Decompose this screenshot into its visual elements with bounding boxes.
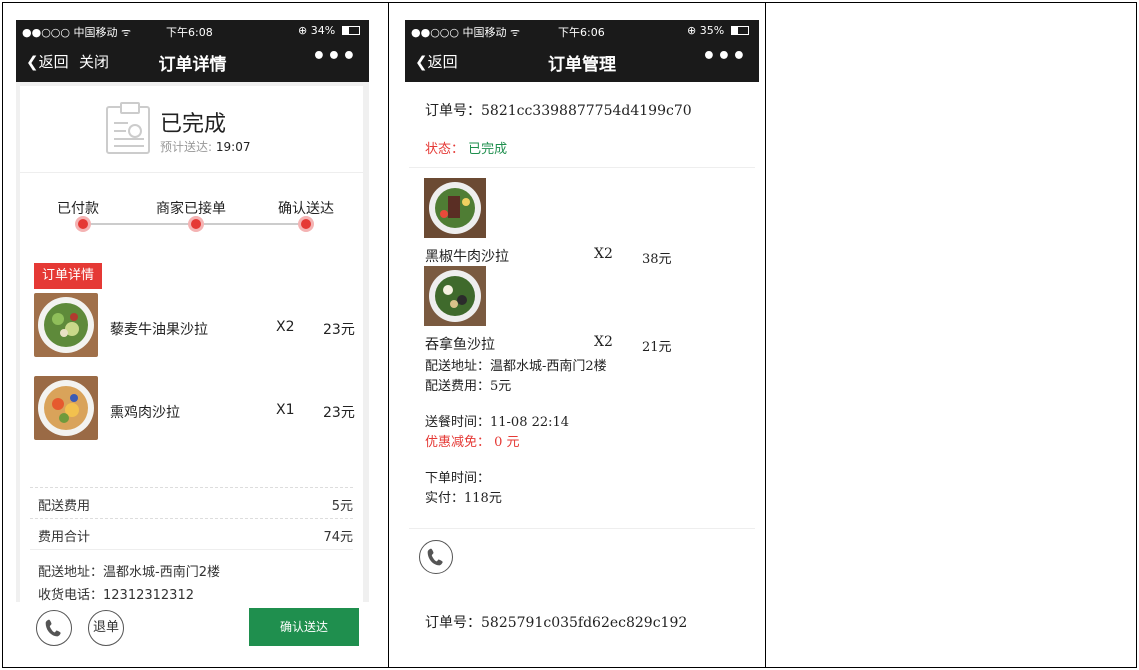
step-dot (298, 216, 314, 232)
item-qty: X2 (276, 319, 295, 335)
item-qty: X2 (594, 246, 613, 262)
total-label: 费用合计 (38, 530, 91, 545)
clock: 下午6:06 (558, 26, 605, 39)
status-bar: ●●○○○ 中国移动 ᯤ 下午6:06 ⊕ 35% (405, 20, 759, 40)
delivery-address: 配送地址：温都水城-西南门2楼 (38, 565, 220, 580)
order-detail-screen: ●●○○○ 中国移动 ᯤ 下午6:08 ⊕ 34% ❮返回 关闭 订单详情 ••… (16, 20, 369, 664)
item-qty: X1 (276, 402, 295, 418)
delivery-time: 送餐时间：11-08 22:14 (425, 415, 570, 430)
battery-icon (342, 26, 360, 35)
detail-tag: 订单详情 (34, 263, 103, 289)
order-number: 订单号：5825791c035fd62ec829c192 (425, 615, 688, 631)
order-status-title: 已完成 (160, 112, 227, 137)
phone-icon[interactable] (419, 540, 453, 574)
step-paid: 已付款 (57, 201, 99, 217)
item-name: 熏鸡肉沙拉 (110, 405, 180, 421)
food-image (34, 376, 98, 440)
item-price: 21元 (642, 340, 672, 355)
status-label: 状态： (425, 142, 465, 157)
item-price: 23元 (323, 405, 355, 421)
table-divider (765, 2, 766, 668)
table-divider (388, 2, 389, 668)
clock: 下午6:08 (166, 26, 213, 39)
step-dot (188, 216, 204, 232)
order-status: 状态： 已完成 (425, 138, 507, 157)
delivery-address: 配送地址：温都水城-西南门2楼 (425, 359, 607, 374)
order-status-card: 已完成 预计送达: 19:07 已付款 商家已接单 确认送达 (20, 86, 363, 268)
action-bar: 退单 确认送达 (16, 602, 369, 664)
carrier-label: ●●○○○ 中国移动 ᯤ (411, 26, 521, 39)
delivery-fee: 配送费用：5元 (425, 379, 512, 394)
nav-bar: ❮返回 订单管理 ••• (405, 40, 759, 82)
clipboard-icon (106, 102, 150, 154)
fee-value: 5元 (331, 499, 353, 514)
item-name: 黑椒牛肉沙拉 (425, 249, 509, 265)
order-detail-card: 订单详情 藜麦牛油果沙拉 X2 23元 熏鸡肉沙拉 X1 23元 配送费用 5元… (20, 263, 363, 603)
item-qty: X2 (594, 334, 613, 350)
step-accepted: 商家已接单 (156, 201, 226, 217)
nav-bar: ❮返回 关闭 订单详情 ••• (16, 40, 369, 82)
food-image (34, 293, 98, 357)
eta-time: 19:07 (215, 140, 251, 154)
eta-label: 预计送达: (160, 140, 213, 154)
discount: 优惠减免： 0 元 (425, 435, 520, 450)
battery-icon (731, 26, 749, 35)
status-bar: ●●○○○ 中国移动 ᯤ 下午6:08 ⊕ 34% (16, 20, 369, 40)
battery-label: ⊕ 35% (687, 24, 725, 37)
item-price: 38元 (642, 252, 672, 267)
refund-button[interactable]: 退单 (88, 610, 124, 646)
order-management-screen: ●●○○○ 中国移动 ᯤ 下午6:06 ⊕ 35% ❮返回 订单管理 ••• 订… (405, 20, 759, 666)
eta: 预计送达: 19:07 (160, 138, 250, 155)
fee-label: 配送费用 (38, 499, 91, 514)
status-value: 已完成 (468, 142, 508, 157)
order-number: 订单号：5821cc3398877754d4199c70 (425, 103, 692, 119)
item-price: 23元 (323, 322, 355, 338)
more-icon[interactable]: ••• (702, 44, 747, 69)
total-value: 74元 (323, 530, 353, 545)
more-icon[interactable]: ••• (312, 44, 357, 69)
step-dot (75, 216, 91, 232)
battery-label: ⊕ 34% (298, 24, 336, 37)
carrier-label: ●●○○○ 中国移动 ᯤ (22, 26, 132, 39)
paid-amount: 实付：118元 (425, 491, 502, 506)
order-list: 订单号：5821cc3398877754d4199c70 状态： 已完成 黑椒牛… (405, 82, 759, 666)
step-delivered: 确认送达 (278, 201, 334, 217)
receiver-phone: 收货电话：12312312312 (38, 588, 194, 603)
phone-icon[interactable] (36, 610, 72, 646)
food-image (424, 266, 486, 326)
confirm-delivery-button[interactable]: 确认送达 (249, 608, 359, 646)
food-image (424, 178, 486, 238)
item-name: 吞拿鱼沙拉 (425, 337, 495, 353)
item-name: 藜麦牛油果沙拉 (110, 322, 208, 338)
order-time: 下单时间： (425, 471, 491, 486)
